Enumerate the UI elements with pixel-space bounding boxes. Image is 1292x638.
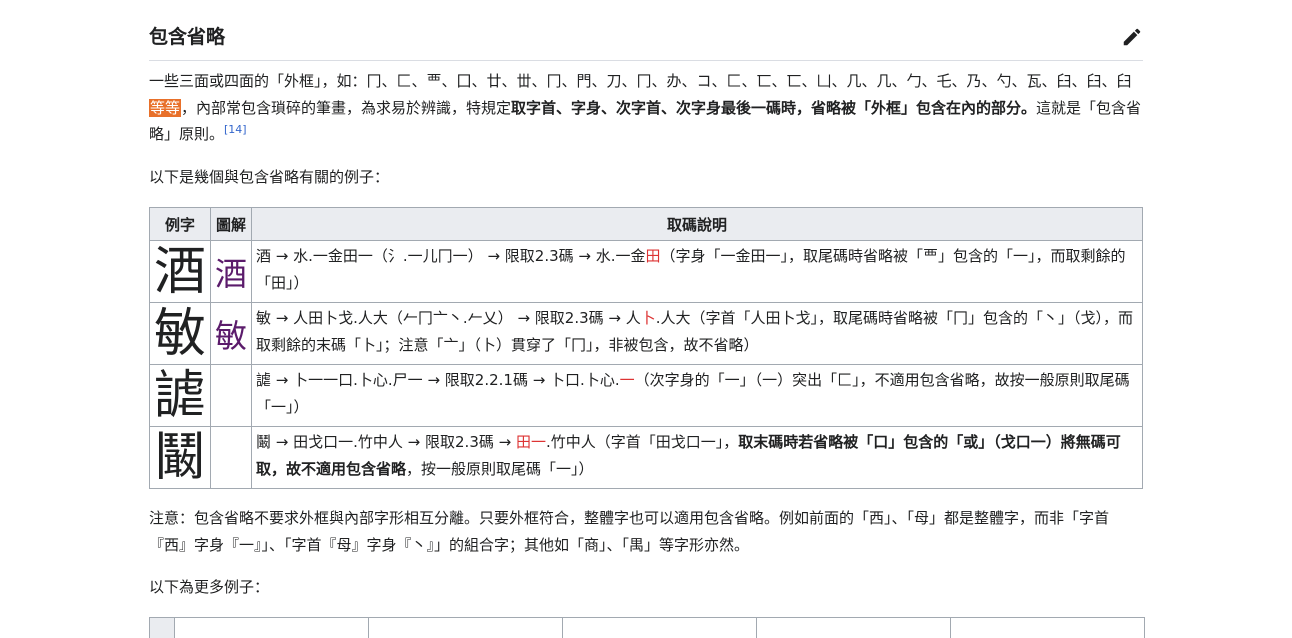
table-row: 酒 酒 酒 → 水.一金田一（氵.一儿冂一） → 限取2.3碼 → 水.一金田（…	[148, 240, 1143, 303]
content: 包含省略 一些三面或四面的「外框」，如：冂、匚、覀、囗、廿、丗、冂、門、刀、冂、…	[148, 0, 1145, 638]
explanation-cell: 鬫 → 田戈口一.竹中人 → 限取2.3碼 → 田一.竹中人（字首「田戈口一」，…	[251, 426, 1143, 489]
table-row: 謔 謔 → 卜一一口.卜心.尸一 → 限取2.2.1碼 → 卜口.卜心.一（次字…	[148, 364, 1143, 427]
diagram-image	[210, 426, 253, 489]
example-char: 酒	[148, 240, 212, 303]
header-diagram: 圖解	[210, 207, 253, 241]
diagram-image: 敏	[210, 302, 253, 365]
table-cell	[369, 618, 563, 638]
header-explanation: 取碼說明	[251, 207, 1143, 241]
table-cell	[757, 618, 951, 638]
table-cell	[175, 618, 369, 638]
diagram-image: 酒	[210, 240, 253, 303]
example-char: 謔	[148, 364, 212, 427]
pencil-icon[interactable]	[1121, 26, 1143, 48]
reference-link[interactable]: [14]	[224, 123, 247, 136]
table-cell	[563, 618, 757, 638]
table-row: 敏 敏 敏 → 人田卜戈.人大（𠂉冂亠丶.𠂉乂） → 限取2.3碼 → 人卜.人…	[148, 302, 1143, 365]
example-char: 鬫	[148, 426, 212, 489]
explanation-text: 酒 → 水.一金田一（氵.一儿冂一） → 限取2.3碼 → 水.一金	[256, 247, 646, 265]
table-cell	[951, 618, 1144, 638]
table-header-row: 例字 圖解 取碼說明	[148, 207, 1143, 241]
table-row: 鬫 鬫 → 田戈口一.竹中人 → 限取2.3碼 → 田一.竹中人（字首「田戈口一…	[148, 426, 1143, 489]
explanation-text-c: ，按一般原則取尾碼「一」）	[406, 459, 594, 478]
explanation-cell: 謔 → 卜一一口.卜心.尸一 → 限取2.2.1碼 → 卜口.卜心.一（次字身的…	[251, 364, 1143, 427]
intro-text: 一些三面或四面的「外框」，如：冂、匚、覀、囗、廿、丗、冂、門、刀、冂、办、コ、匚…	[149, 72, 1132, 90]
explanation-text-b: .竹中人（字首「田戈口一」，	[546, 433, 739, 451]
explanation-text: 謔 → 卜一一口.卜心.尸一 → 限取2.2.1碼 → 卜口.卜心.	[256, 371, 620, 389]
diagram-image	[210, 364, 253, 427]
section-heading: 包含省略	[149, 0, 1143, 61]
highlight-code: 田一	[515, 433, 546, 451]
explanation-cell: 敏 → 人田卜戈.人大（𠂉冂亠丶.𠂉乂） → 限取2.3碼 → 人卜.人大（字首…	[251, 302, 1143, 365]
note-paragraph: 注意：包含省略不要求外框與內部字形相互分離。只要外框符合，整體字也可以適用包含省…	[149, 509, 1110, 554]
header-example: 例字	[148, 207, 212, 241]
examples-table: 例字 圖解 取碼說明 酒 酒 酒 → 水.一金田一（氵.一儿冂一） → 限取2.…	[148, 207, 1143, 489]
section-title: 包含省略	[149, 26, 226, 48]
intro-paragraph: 一些三面或四面的「外框」，如：冂、匚、覀、囗、廿、丗、冂、門、刀、冂、办、コ、匚…	[149, 68, 1143, 148]
explanation-text: 敏 → 人田卜戈.人大（𠂉冂亠丶.𠂉乂） → 限取2.3碼 → 人	[256, 309, 641, 327]
example-char: 敏	[148, 302, 212, 365]
more-examples-table	[149, 617, 1145, 638]
explanation-text: 鬫 → 田戈口一.竹中人 → 限取2.3碼 →	[256, 433, 516, 451]
highlighted-text: 等等	[149, 98, 182, 117]
highlight-code: 一	[619, 371, 635, 389]
examples-intro: 以下是幾個與包含省略有關的例子：	[149, 168, 390, 186]
highlight-code: 田	[645, 247, 661, 265]
more-examples-intro: 以下為更多例子：	[149, 578, 270, 596]
table-corner	[150, 618, 175, 638]
rule-bold-text: 取字首、字身、次字首、次字身最後一碼時，省略被「外框」包含在內的部分。	[511, 98, 1037, 117]
explanation-cell: 酒 → 水.一金田一（氵.一儿冂一） → 限取2.3碼 → 水.一金田（字身「一…	[251, 240, 1143, 303]
highlight-code: 卜	[640, 309, 656, 327]
intro-text-b: ，內部常包含瑣碎的筆畫，為求易於辨識，特規定	[181, 98, 512, 117]
